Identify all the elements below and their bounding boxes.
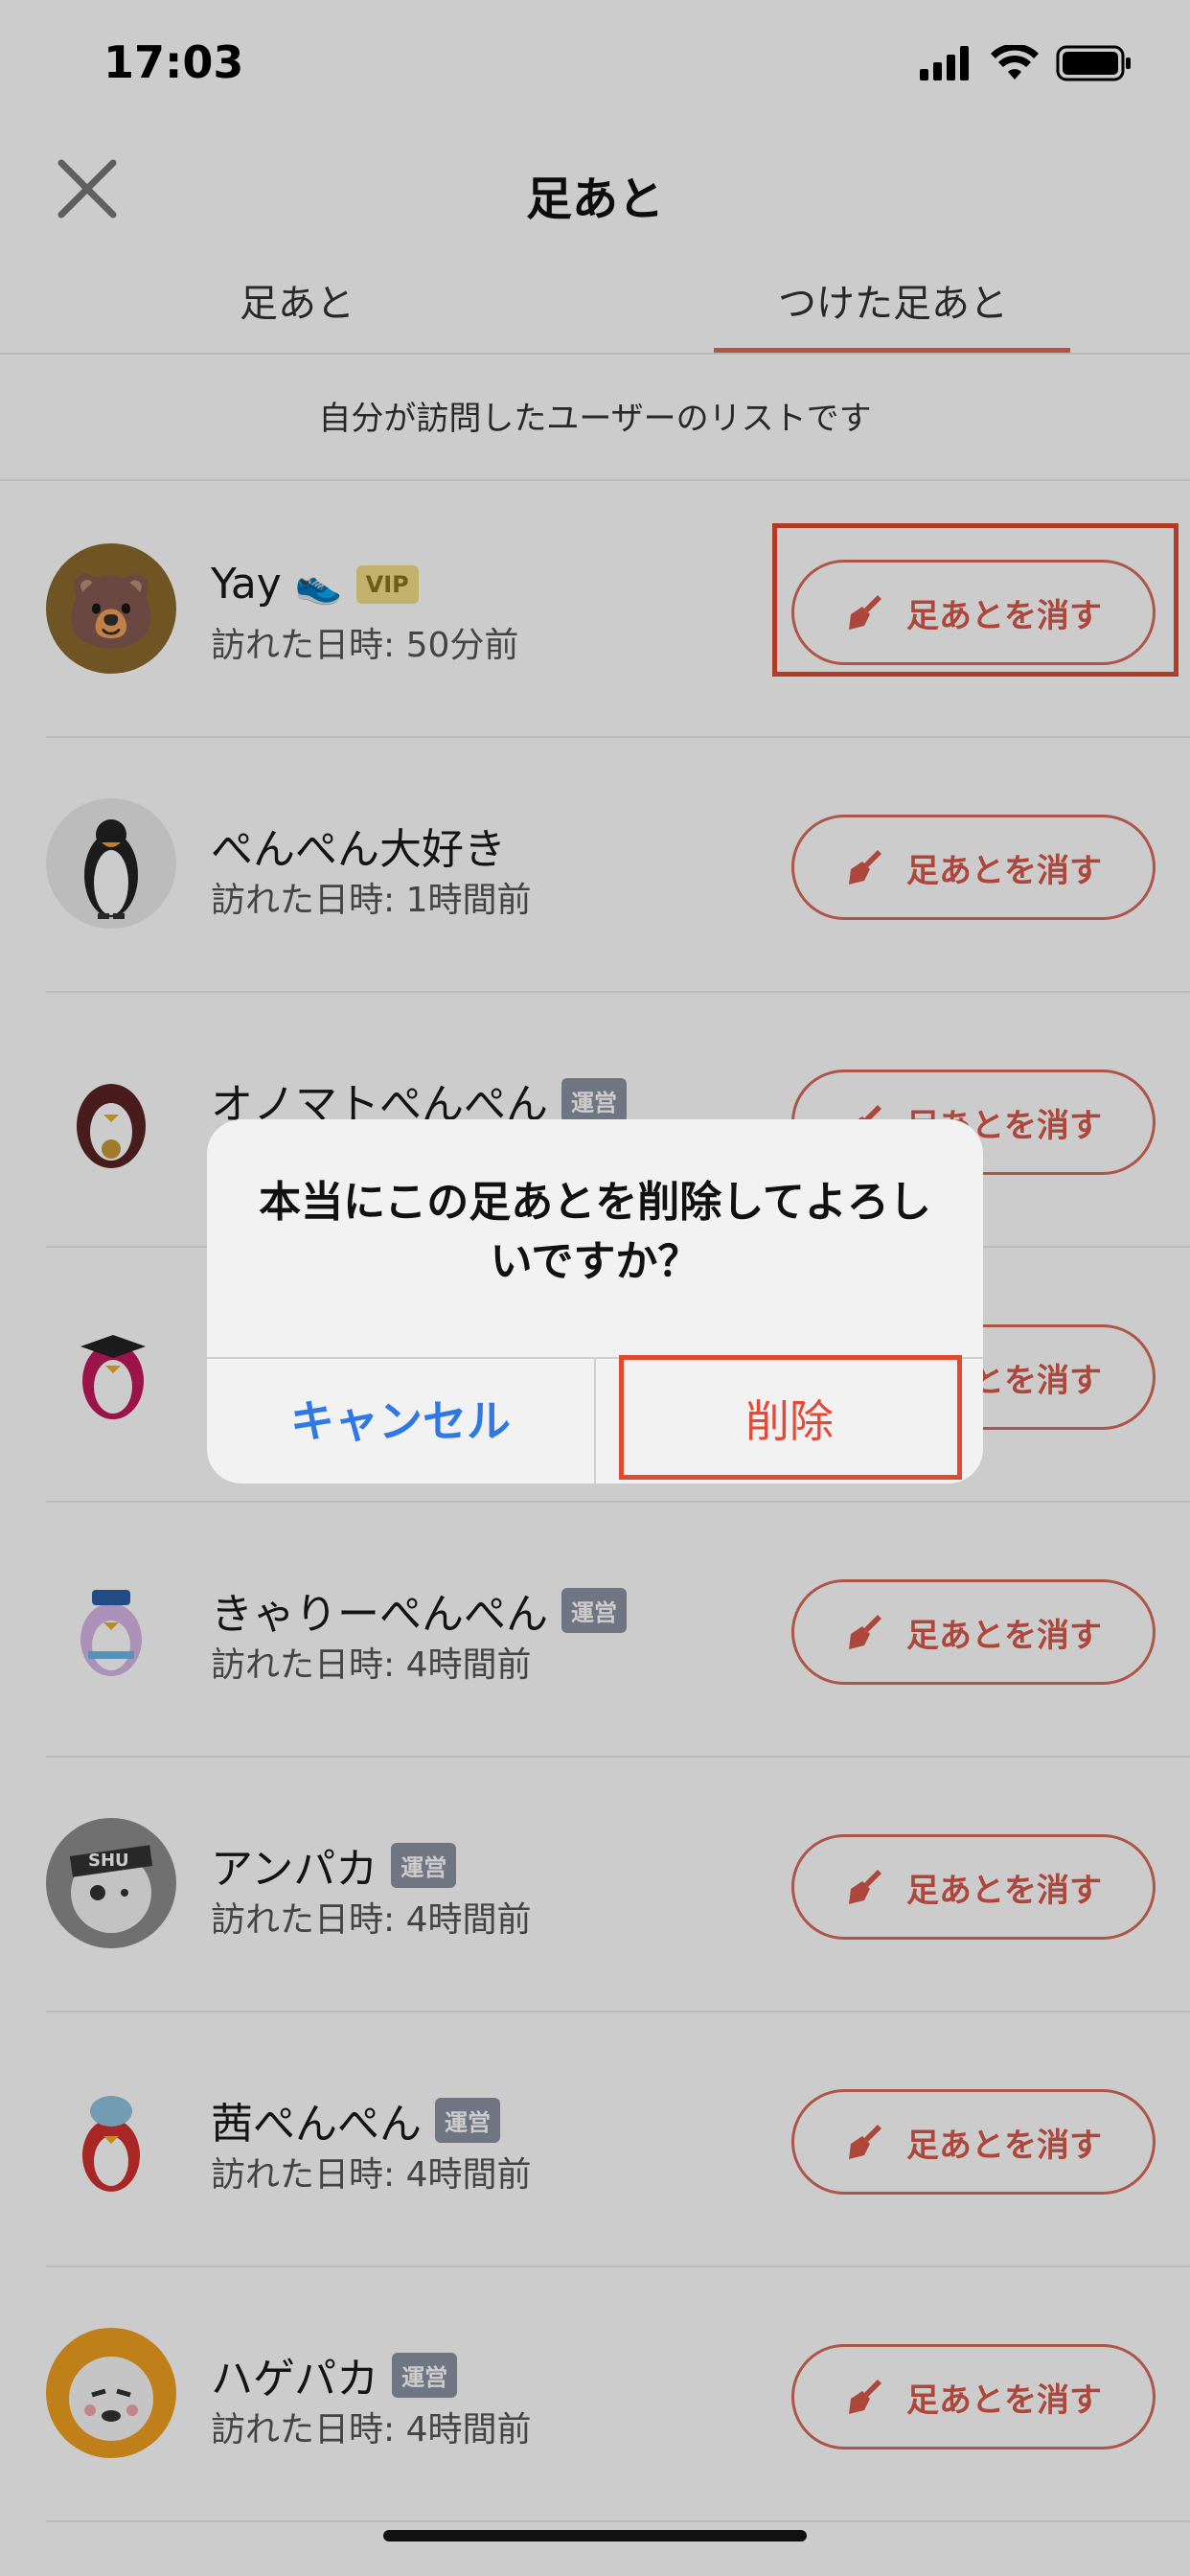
home-indicator[interactable] bbox=[383, 2530, 807, 2542]
screen: 17:03 足あと 足あと つけた足あと 自分が訪問したユーザーのリストです 🐻… bbox=[0, 0, 1190, 2576]
cancel-button[interactable]: キャンセル bbox=[207, 1359, 594, 1484]
highlight-box bbox=[619, 1355, 962, 1480]
dialog-message: 本当にこの足あとを削除してよろしいですか？ bbox=[259, 1178, 931, 1286]
